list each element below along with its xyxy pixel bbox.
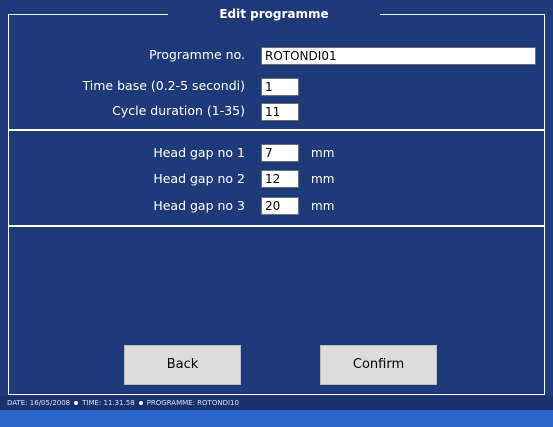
cycle-duration-label: Cycle duration (1-35) bbox=[112, 103, 245, 118]
head-gap-1-label: Head gap no 1 bbox=[153, 145, 245, 160]
separator-dot-icon bbox=[74, 400, 79, 405]
time-base-input[interactable] bbox=[261, 78, 299, 96]
window-title: Edit programme bbox=[168, 6, 380, 22]
head-gap-2-input[interactable] bbox=[261, 170, 299, 188]
status-time: TIME: 11.31.58 bbox=[82, 399, 135, 407]
status-programme: PROGRAMME: ROTONDI10 bbox=[146, 399, 239, 407]
head-gap-2-label: Head gap no 2 bbox=[153, 171, 245, 186]
head-gap-3-label: Head gap no 3 bbox=[153, 198, 245, 213]
back-button[interactable]: Back bbox=[124, 345, 241, 385]
section-divider bbox=[9, 225, 544, 227]
head-gap-1-input[interactable] bbox=[261, 144, 299, 162]
time-base-label: Time base (0.2-5 secondi) bbox=[82, 78, 245, 93]
status-bar: DATE: 16/05/2008 TIME: 11.31.58 PROGRAMME:… bbox=[0, 396, 553, 410]
programme-no-input[interactable] bbox=[261, 47, 536, 65]
separator-dot-icon bbox=[138, 400, 143, 405]
confirm-button[interactable]: Confirm bbox=[320, 345, 437, 385]
programme-no-label: Programme no. bbox=[149, 47, 245, 62]
bottom-bar bbox=[0, 410, 553, 427]
head-gap-3-input[interactable] bbox=[261, 197, 299, 215]
edit-programme-screen: Edit programme Programme no. Time base (… bbox=[0, 0, 553, 427]
head-gap-1-unit: mm bbox=[311, 146, 335, 160]
cycle-duration-input[interactable] bbox=[261, 103, 299, 121]
head-gap-2-unit: mm bbox=[311, 172, 335, 186]
head-gap-3-unit: mm bbox=[311, 199, 335, 213]
status-date: DATE: 16/05/2008 bbox=[7, 399, 71, 407]
section-divider bbox=[9, 129, 544, 131]
